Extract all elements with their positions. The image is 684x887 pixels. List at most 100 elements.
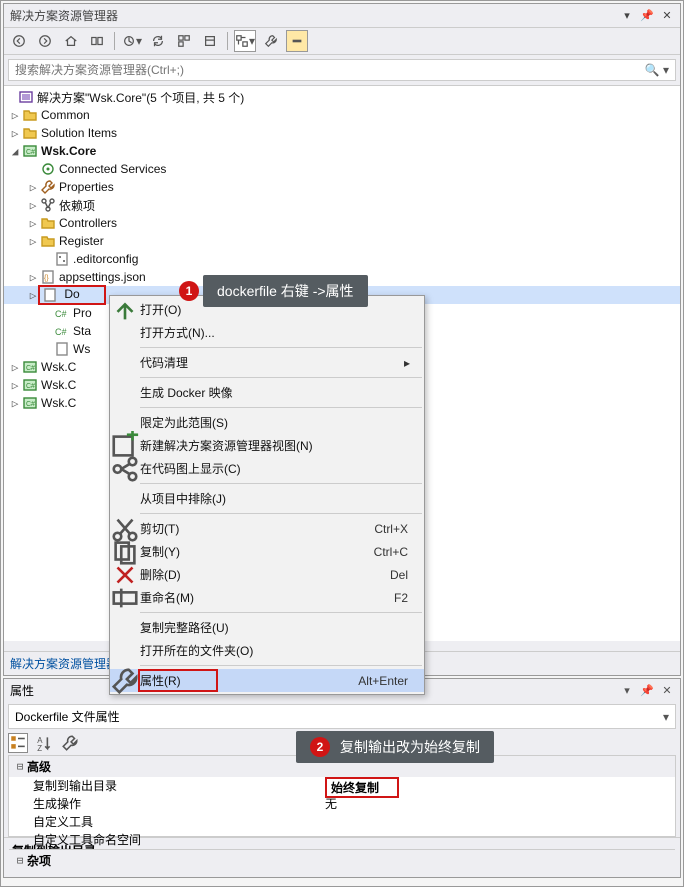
csproj-icon: C# [22,143,38,159]
tree-folder-solutionitems[interactable]: ▷ Solution Items [4,124,680,142]
dropdown-icon[interactable]: ▾ [620,684,634,698]
tree-dependencies[interactable]: ▷ 依赖项 [4,196,680,214]
properties-object-header[interactable]: Dockerfile 文件属性 ▾ [8,704,676,729]
tree-register[interactable]: ▷ Register [4,232,680,250]
prop-row-copyout[interactable]: 复制到输出目录 始终复制 [9,777,675,795]
ctx-separator [140,612,422,613]
svg-text:Z: Z [37,744,42,752]
ctx-cut[interactable]: 剪切(T) Ctrl+X [110,517,424,540]
wrench-icon [40,179,56,195]
svg-text:C#: C# [26,149,35,156]
footer-tab-explorer[interactable]: 解决方案资源管理器 [10,655,118,672]
cs-icon: C# [54,305,70,321]
open-icon [110,295,140,325]
context-menu: 打开(O) 打开方式(N)... 代码清理 ▸ 生成 Docker 映像 限定为… [109,295,425,695]
folder-icon [40,215,56,231]
annotation-number-1: 1 [179,281,199,301]
ctx-open-with[interactable]: 打开方式(N)... [110,321,424,344]
ctx-rename[interactable]: 重命名(M) F2 [110,586,424,609]
dropdown-icon[interactable]: ▾ [620,9,634,23]
ctx-new-view[interactable]: 新建解决方案资源管理器视图(N) [110,434,424,457]
home-button[interactable] [60,30,82,52]
tree-folder-common[interactable]: ▷ Common [4,106,680,124]
collapse-button[interactable] [286,30,308,52]
csproj-icon: C# [22,359,38,375]
tree-controllers[interactable]: ▷ Controllers [4,214,680,232]
search-box[interactable]: 🔍 ▾ [8,59,676,81]
ctx-code-cleanup[interactable]: 代码清理 ▸ [110,351,424,374]
tree-properties[interactable]: ▷ Properties [4,178,680,196]
annotation-balloon-2: 2 复制输出改为始终复制 [296,731,494,763]
back-button[interactable] [8,30,30,52]
ctx-separator [140,483,422,484]
svg-text:C#: C# [55,309,67,319]
close-icon[interactable]: ✕ [660,684,674,698]
annotation-balloon-1: 1 dockerfile 右键 ->属性 [203,275,368,307]
pin-icon[interactable]: 📌 [640,684,654,698]
ctx-open-folder[interactable]: 打开所在的文件夹(O) [110,639,424,662]
json-icon: {} [40,269,56,285]
solution-node[interactable]: 解决方案"Wsk.Core"(5 个项目, 共 5 个) [4,88,680,106]
folder-icon [40,233,56,249]
ctx-separator [140,665,422,666]
folder-icon [22,107,38,123]
ctx-scope-to[interactable]: 限定为此范围(S) [110,411,424,434]
group-button[interactable]: ▾ [234,30,256,52]
switch-view-button[interactable] [86,30,108,52]
search-icon[interactable]: 🔍 ▾ [639,63,675,77]
dependencies-icon [40,197,56,213]
ctx-separator [140,377,422,378]
svg-text:C#: C# [55,327,67,337]
prop-row-customtool[interactable]: 自定义工具 [9,813,675,831]
svg-text:C#: C# [26,383,35,390]
forward-button[interactable] [34,30,56,52]
solution-icon [18,89,34,105]
show-all-button[interactable] [173,30,195,52]
properties-panel: 属性 ▾ 📌 ✕ Dockerfile 文件属性 ▾ AZ ⊟高级 复制到输出目… [3,678,681,878]
prop-row-customtoolns[interactable]: 自定义工具命名空间 [9,831,675,849]
search-input[interactable] [9,61,639,79]
toolbar-separator [227,32,228,50]
panel-titlebar: 解决方案资源管理器 ▾ 📌 ✕ [4,4,680,27]
config-icon [54,251,70,267]
folder-icon [22,125,38,141]
tree-editorconfig[interactable]: .editorconfig [4,250,680,268]
rename-icon [110,583,140,613]
csproj-icon: C# [22,395,38,411]
dropdown-icon[interactable]: ▾ [663,710,669,724]
panel-title: 解决方案资源管理器 [10,7,118,24]
tree-project-wskcore[interactable]: ◢ C# Wsk.Core [4,142,680,160]
ctx-properties[interactable]: 属性(R) Alt+Enter [110,669,424,692]
submenu-arrow-icon: ▸ [404,356,418,370]
prop-row-buildaction[interactable]: 生成操作 无 [9,795,675,813]
file-icon [42,287,58,303]
wrench-button[interactable] [60,733,80,753]
ctx-copy-path[interactable]: 复制完整路径(U) [110,616,424,639]
toolbar-separator [114,32,115,50]
alphabetical-button[interactable]: AZ [34,733,54,753]
pin-icon[interactable]: 📌 [640,9,654,23]
wrench-icon [110,666,140,696]
cs-icon: C# [54,323,70,339]
tree-connected-services[interactable]: Connected Services [4,160,680,178]
codemap-icon [110,454,140,484]
categorized-button[interactable] [8,733,28,753]
properties-button[interactable] [199,30,221,52]
ctx-separator [140,347,422,348]
ctx-show-codemap[interactable]: 在代码图上显示(C) [110,457,424,480]
ctx-delete[interactable]: 删除(D) Del [110,563,424,586]
annotation-number-2: 2 [310,737,330,757]
svg-text:C#: C# [26,401,35,408]
json-icon [54,341,70,357]
csproj-icon: C# [22,377,38,393]
properties-grid[interactable]: ⊟高级 复制到输出目录 始终复制 生成操作 无 自定义工具 自定义工具命名空间 … [8,755,676,837]
pending-changes-button[interactable]: ▾ [121,30,143,52]
category-misc[interactable]: ⊟杂项 [9,849,675,871]
ctx-copy[interactable]: 复制(Y) Ctrl+C [110,540,424,563]
ctx-separator [140,513,422,514]
wrench-button[interactable] [260,30,282,52]
close-icon[interactable]: ✕ [660,9,674,23]
sync-button[interactable] [147,30,169,52]
ctx-build-docker[interactable]: 生成 Docker 映像 [110,381,424,404]
ctx-exclude[interactable]: 从项目中排除(J) [110,487,424,510]
